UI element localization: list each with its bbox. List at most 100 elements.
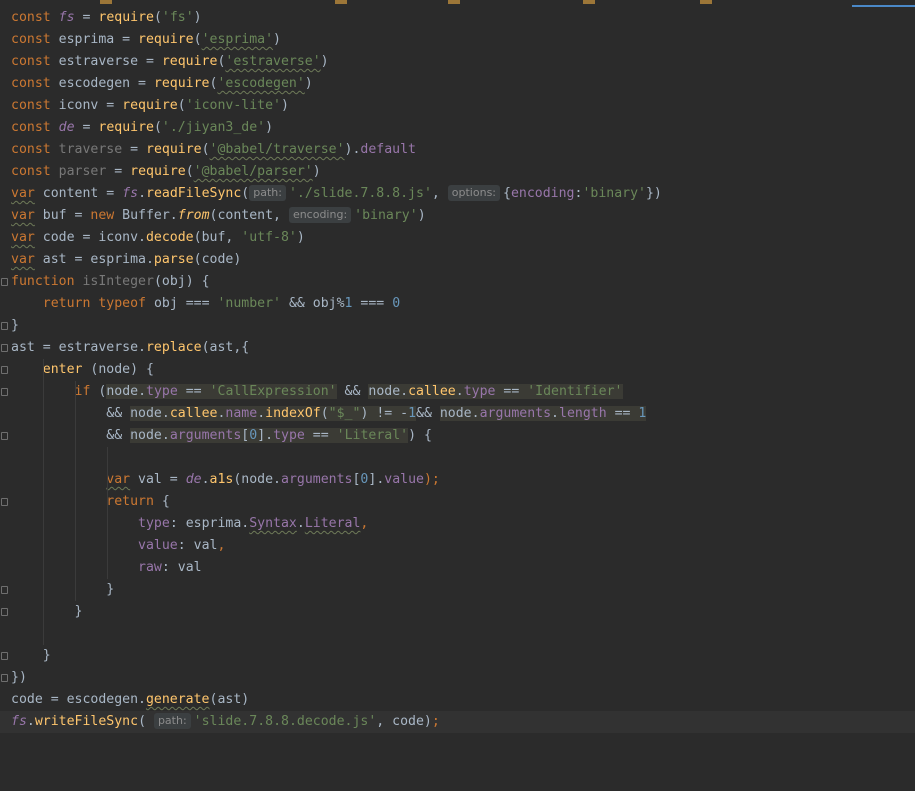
code-line[interactable]: }) (0, 667, 915, 689)
code-line[interactable]: && node.arguments[0].type == 'Literal') … (0, 425, 915, 447)
code-token: typeof (98, 296, 146, 311)
code-line[interactable]: const escodegen = require('escodegen') (0, 73, 915, 95)
code-token: (ast,{ (201, 340, 250, 355)
code-line[interactable]: } (0, 315, 915, 337)
code-line[interactable] (0, 623, 915, 645)
fold-marker-icon[interactable] (1, 344, 8, 352)
code-area[interactable]: const fs = require('fs') const esprima = … (0, 7, 915, 733)
code-line[interactable]: var ast = esprima.parse(code) (0, 249, 915, 271)
fold-marker-icon[interactable] (1, 278, 8, 286)
code-token: function (11, 274, 75, 289)
code-token: estraverse = (50, 54, 162, 69)
code-token: ); (423, 472, 440, 487)
code-token: : val (177, 538, 218, 553)
code-token: node (439, 406, 472, 421)
code-token: arguments (281, 472, 353, 487)
code-line[interactable]: var val = de.a1s(node.arguments[0].value… (0, 469, 915, 491)
tab-file-icon[interactable] (100, 0, 112, 4)
fold-marker-icon[interactable] (1, 432, 8, 440)
code-token: == (606, 406, 639, 421)
code-token: ( (153, 10, 162, 25)
code-token: ( (320, 406, 329, 421)
code-token: enter (42, 362, 83, 377)
fold-marker-icon[interactable] (1, 498, 8, 506)
code-line[interactable]: return { (0, 491, 915, 513)
code-token: == (495, 384, 528, 399)
indent-guide (43, 359, 44, 381)
code-token: ) (265, 120, 274, 135)
code-line[interactable]: var code = iconv.decode(buf, 'utf-8') (0, 227, 915, 249)
code-token: de (58, 120, 75, 135)
code-token: buf = (34, 208, 91, 223)
code-token: ) (296, 230, 305, 245)
fold-marker-icon[interactable] (1, 608, 8, 616)
code-line[interactable]: const estraverse = require('estraverse') (0, 51, 915, 73)
code-line[interactable]: } (0, 645, 915, 667)
code-line[interactable]: function isInteger(obj) { (0, 271, 915, 293)
tab-file-icon[interactable] (448, 0, 460, 4)
code-line[interactable]: const parser = require('@babel/parser') (0, 161, 915, 183)
tab-file-icon[interactable] (583, 0, 595, 4)
code-line[interactable]: ast = estraverse.replace(ast,{ (0, 337, 915, 359)
code-line[interactable]: fs.writeFileSync( path:'slide.7.8.8.deco… (0, 711, 915, 733)
code-token: var (11, 252, 35, 267)
code-line[interactable]: var content = fs.readFileSync(path: './sl… (0, 183, 915, 205)
code-token: ast = esprima. (34, 252, 154, 267)
code-line[interactable]: const traverse = require('@babel/travers… (0, 139, 915, 161)
code-token: from (177, 208, 210, 223)
code-editor[interactable]: const fs = require('fs') const esprima = … (0, 0, 915, 791)
active-tab[interactable] (852, 0, 915, 7)
fold-marker-icon[interactable] (1, 586, 8, 594)
code-token: a1s (209, 472, 234, 487)
code-token: (ast) (209, 692, 250, 707)
code-line[interactable]: const de = require('./jiyan3_de') (0, 117, 915, 139)
tab-file-icon[interactable] (700, 0, 712, 4)
code-token: ]. (257, 428, 274, 443)
code-token: obj === (146, 296, 218, 311)
indent-guide (75, 469, 76, 491)
code-token: decode (145, 230, 194, 245)
code-line[interactable]: } (0, 601, 915, 623)
indent-guide (107, 447, 108, 469)
fold-marker-icon[interactable] (1, 366, 8, 374)
code-line[interactable]: type: esprima.Syntax.Literal, (0, 513, 915, 535)
code-line[interactable]: var buf = new Buffer.from(content, encod… (0, 205, 915, 227)
code-token: } (11, 648, 51, 663)
fold-marker-icon[interactable] (1, 322, 8, 330)
code-line[interactable]: const esprima = require('esprima') (0, 29, 915, 51)
code-line[interactable]: value: val, (0, 535, 915, 557)
code-line[interactable]: const iconv = require('iconv-lite') (0, 95, 915, 117)
indent-guide (43, 513, 44, 535)
fold-marker-icon[interactable] (1, 388, 8, 396)
code-token: && (336, 384, 369, 399)
code-line[interactable] (0, 447, 915, 469)
tab-file-icon[interactable] (335, 0, 347, 4)
indent-guide (75, 447, 76, 469)
code-token: } (11, 582, 115, 597)
code-token: == (177, 384, 210, 399)
code-line[interactable]: return typeof obj === 'number' && obj%1 … (0, 293, 915, 315)
code-token: const (11, 98, 51, 113)
code-token: 'fs' (161, 10, 194, 25)
code-token: } (11, 604, 83, 619)
code-line[interactable]: && node.callee.name.indexOf("$_") != -1&… (0, 403, 915, 425)
code-token: var (11, 208, 35, 223)
code-token: require (122, 98, 178, 113)
code-line[interactable]: const fs = require('fs') (0, 7, 915, 29)
code-token: type (138, 516, 170, 531)
fold-marker-icon[interactable] (1, 652, 8, 660)
code-token: ( (241, 186, 250, 201)
code-token: writeFileSync (34, 714, 139, 729)
code-token: ) != - (360, 406, 409, 421)
code-token: '@babel/parser' (193, 164, 313, 179)
code-line[interactable]: if (node.type == 'CallExpression' && nod… (0, 381, 915, 403)
fold-marker-icon[interactable] (1, 674, 8, 682)
code-line[interactable]: } (0, 579, 915, 601)
code-line[interactable]: code = escodegen.generate(ast) (0, 689, 915, 711)
code-token: } (11, 318, 19, 333)
code-token: length (559, 406, 607, 421)
parameter-hint: path: (153, 713, 191, 729)
code-token: ( (193, 32, 202, 47)
code-line[interactable]: enter (node) { (0, 359, 915, 381)
code-line[interactable]: raw: val (0, 557, 915, 579)
